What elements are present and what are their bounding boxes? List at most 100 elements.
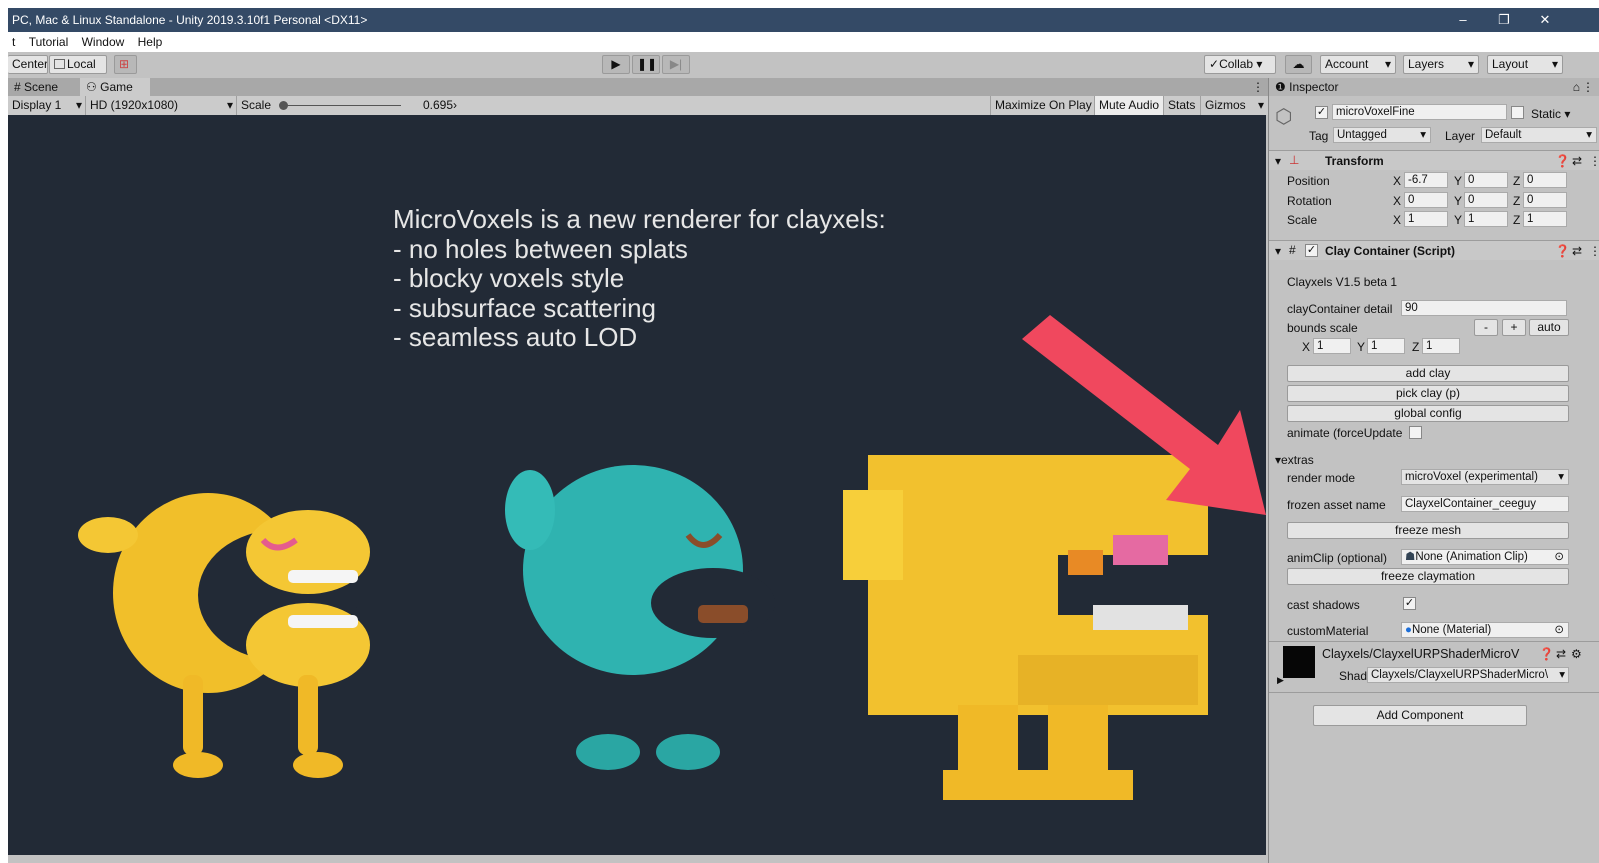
detail-input[interactable]: 90 (1401, 300, 1567, 316)
static-checkbox[interactable] (1511, 106, 1524, 119)
active-checkbox[interactable]: ✓ (1315, 106, 1328, 119)
enabled-checkbox[interactable]: ✓ (1305, 244, 1318, 257)
object-picker-icon[interactable]: ⊙ (1554, 623, 1564, 637)
help-icon[interactable]: ❓ (1555, 154, 1570, 168)
bounds-label: bounds scale (1287, 321, 1358, 335)
pivot-center-button[interactable]: Center (8, 55, 48, 74)
settings-icon[interactable]: ⇄ (1572, 154, 1582, 168)
menu-help[interactable]: Help (138, 35, 163, 49)
bounds-z-input[interactable]: 1 (1422, 338, 1460, 354)
rotation-label: Rotation (1287, 194, 1332, 208)
rotation-y-input[interactable]: 0 (1464, 192, 1508, 208)
foldout-arrow-icon[interactable]: ▶ (1277, 675, 1284, 686)
bounds-plus-button[interactable]: + (1502, 319, 1526, 336)
more-icon[interactable]: ⋮ (1582, 78, 1594, 96)
layer-dropdown[interactable]: Default ▾ (1481, 127, 1597, 143)
layout-dropdown[interactable]: Layout ▾ (1487, 55, 1563, 74)
divider (1269, 641, 1599, 642)
display-dropdown[interactable]: Display 1 ▾ (8, 96, 84, 115)
transform-header[interactable]: ▾ ⊥ Transform ❓ ⇄ ⋮ (1269, 150, 1599, 170)
menu-item[interactable]: t (12, 35, 15, 49)
display-label: Display 1 (12, 98, 62, 112)
settings-icon[interactable]: ⇄ (1556, 647, 1566, 661)
render-mode-dropdown[interactable]: microVoxel (experimental) ▾ (1401, 469, 1569, 485)
object-picker-icon[interactable]: ⊙ (1554, 550, 1564, 564)
tab-scene[interactable]: # Scene (8, 78, 78, 96)
anim-clip-field[interactable]: ☗None (Animation Clip) ⊙ (1401, 549, 1569, 565)
smooth-clay-character (78, 493, 370, 778)
extras-foldout[interactable]: ▾extras (1275, 453, 1314, 467)
static-dropdown[interactable]: Static ▾ (1531, 107, 1570, 121)
gameobject-icon: ⬡ (1275, 106, 1293, 128)
tab-game[interactable]: ⚇ Game (80, 78, 150, 96)
transform-title: Transform (1325, 154, 1384, 168)
restore-button[interactable]: ❐ (1484, 8, 1524, 32)
x-label: X (1393, 213, 1402, 227)
tab-inspector[interactable]: ❶ Inspector ⌂ ⋮ (1269, 78, 1599, 96)
chevron-down-icon: ▾ (1257, 98, 1264, 112)
account-dropdown[interactable]: Account ▾ (1320, 55, 1396, 74)
scale-slider-handle[interactable] (279, 101, 288, 110)
rotation-z-input[interactable]: 0 (1523, 192, 1567, 208)
cloud-icon[interactable]: ☁ (1285, 55, 1312, 74)
bounds-auto-button[interactable]: auto (1529, 319, 1569, 336)
anim-clip-value: None (Animation Clip) (1415, 551, 1528, 563)
anim-clip-label: animClip (optional) (1287, 551, 1388, 565)
bounds-minus-button[interactable]: - (1474, 319, 1498, 336)
scale-z-input[interactable]: 1 (1523, 211, 1567, 227)
global-config-button[interactable]: global config (1287, 405, 1569, 422)
snap-icon[interactable]: ⊞ (114, 55, 137, 74)
maximize-on-play-toggle[interactable]: Maximize On Play (990, 96, 1094, 115)
pivot-local-button[interactable]: Local (49, 55, 107, 74)
game-viewport[interactable]: MicroVoxels is a new renderer for clayxe… (8, 115, 1266, 855)
object-name-input[interactable]: microVoxelFine (1332, 104, 1507, 120)
mute-audio-toggle[interactable]: Mute Audio (1094, 96, 1163, 115)
play-button[interactable]: ▶ (602, 55, 630, 74)
add-clay-button[interactable]: add clay (1287, 365, 1569, 382)
position-y-input[interactable]: 0 (1464, 172, 1508, 188)
resolution-dropdown[interactable]: HD (1920x1080) ▾ (85, 96, 235, 115)
help-icon[interactable]: ❓ (1539, 647, 1554, 661)
menu-bar: t Tutorial Window Help (8, 32, 1599, 52)
clay-container-header[interactable]: ▾ # ✓ Clay Container (Script) ❓ ⇄ ⋮ (1269, 240, 1599, 260)
tag-dropdown[interactable]: Untagged ▾ (1333, 127, 1431, 143)
scale-slider-track[interactable] (281, 105, 401, 106)
gear-icon[interactable]: ⚙ (1571, 647, 1582, 661)
menu-window[interactable]: Window (82, 35, 125, 49)
layers-dropdown[interactable]: Layers ▾ (1403, 55, 1479, 74)
menu-tutorial[interactable]: Tutorial (29, 35, 69, 49)
minimize-button[interactable]: – (1443, 8, 1483, 32)
position-z-input[interactable]: 0 (1523, 172, 1567, 188)
add-component-button[interactable]: Add Component (1313, 705, 1527, 726)
y-label: Y (1454, 174, 1463, 188)
lock-icon[interactable]: ⌂ (1573, 78, 1580, 96)
material-icon: ● (1405, 624, 1412, 636)
settings-icon[interactable]: ⇄ (1572, 244, 1582, 258)
step-button[interactable]: ▶| (662, 55, 690, 74)
unity-window: PC, Mac & Linux Standalone - Unity 2019.… (8, 8, 1599, 863)
scale-x-input[interactable]: 1 (1404, 211, 1448, 227)
custom-material-field[interactable]: ●None (Material) ⊙ (1401, 622, 1569, 638)
position-x-input[interactable]: -6.7 (1404, 172, 1448, 188)
help-icon[interactable]: ❓ (1555, 244, 1570, 258)
shader-dropdown[interactable]: Clayxels/ClayxelURPShaderMicro\ ▾ (1367, 667, 1569, 683)
pick-clay-button[interactable]: pick clay (p) (1287, 385, 1569, 402)
bounds-y-input[interactable]: 1 (1367, 338, 1405, 354)
cast-shadows-checkbox[interactable]: ✓ (1403, 597, 1416, 610)
stats-toggle[interactable]: Stats (1163, 96, 1200, 115)
freeze-mesh-button[interactable]: freeze mesh (1287, 522, 1569, 539)
rotation-x-input[interactable]: 0 (1404, 192, 1448, 208)
close-button[interactable]: ✕ (1525, 8, 1565, 32)
layout-label: Layout (1492, 57, 1529, 71)
pause-button[interactable]: ❚❚ (632, 55, 660, 74)
gizmos-dropdown[interactable]: Gizmos ▾ (1200, 96, 1266, 115)
more-icon[interactable]: ⋮ (1589, 154, 1599, 168)
more-icon[interactable]: ⋮ (1589, 244, 1599, 258)
more-icon[interactable]: ⋮ (1246, 78, 1266, 96)
frozen-asset-input[interactable]: ClayxelContainer_ceeguy (1401, 496, 1569, 512)
scale-y-input[interactable]: 1 (1464, 211, 1508, 227)
animate-checkbox[interactable] (1409, 426, 1422, 439)
freeze-claymation-button[interactable]: freeze claymation (1287, 568, 1569, 585)
collab-button[interactable]: ✓Collab ▾ (1204, 55, 1276, 74)
bounds-x-input[interactable]: 1 (1313, 338, 1351, 354)
